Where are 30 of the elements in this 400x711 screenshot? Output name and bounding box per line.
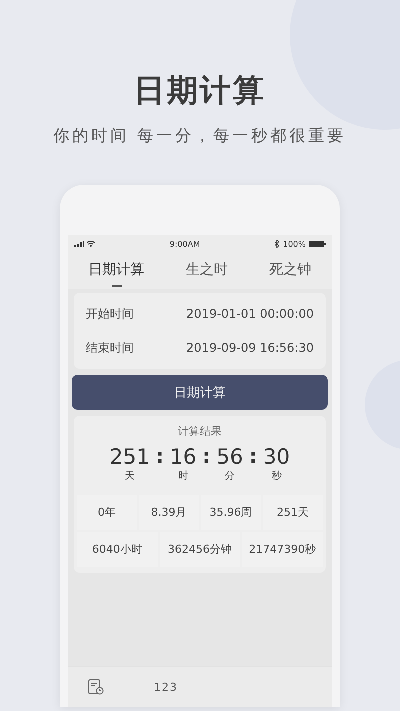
subtitle: 你的时间 每一分，每一秒都很重要 (53, 126, 347, 147)
count-value: 16 (170, 445, 197, 469)
result-title: 计算结果 (177, 424, 223, 439)
battery-icon (309, 241, 326, 247)
bottom-label: 123 (154, 680, 178, 694)
count-value: 56 (216, 445, 244, 469)
calculate-button[interactable]: 日期计算 (72, 375, 328, 410)
calendar-clock-icon[interactable] (88, 679, 104, 695)
unit-label: 天 (124, 470, 135, 483)
tab[interactable]: 死之钟 (263, 261, 318, 289)
battery-percent: 100% (283, 240, 306, 248)
datetime-value[interactable]: 2019-01-01 00:00:00 (186, 307, 314, 321)
field-label: 结束时间 (86, 340, 134, 356)
tab[interactable]: 生之时 (180, 261, 234, 289)
bluetooth-icon (275, 240, 280, 248)
headline: 日期计算 (134, 72, 266, 111)
colon-separator: : (156, 445, 164, 467)
unit-label: 时 (178, 470, 188, 483)
colon-separator: : (202, 445, 211, 467)
unit-label: 秒 (272, 470, 282, 483)
colon-separator: : (249, 445, 258, 467)
count-value: 251 (110, 445, 150, 469)
signal-icon (74, 241, 84, 247)
datetime-value[interactable]: 2019-09-09 16:56:30 (186, 341, 314, 355)
status-time: 9:00AM (170, 240, 200, 248)
tab[interactable]: 日期计算 (82, 261, 151, 289)
field-label: 开始时间 (86, 306, 134, 322)
count-value: 30 (263, 445, 290, 469)
unit-label: 分 (225, 470, 236, 483)
wifi-icon (87, 241, 95, 247)
